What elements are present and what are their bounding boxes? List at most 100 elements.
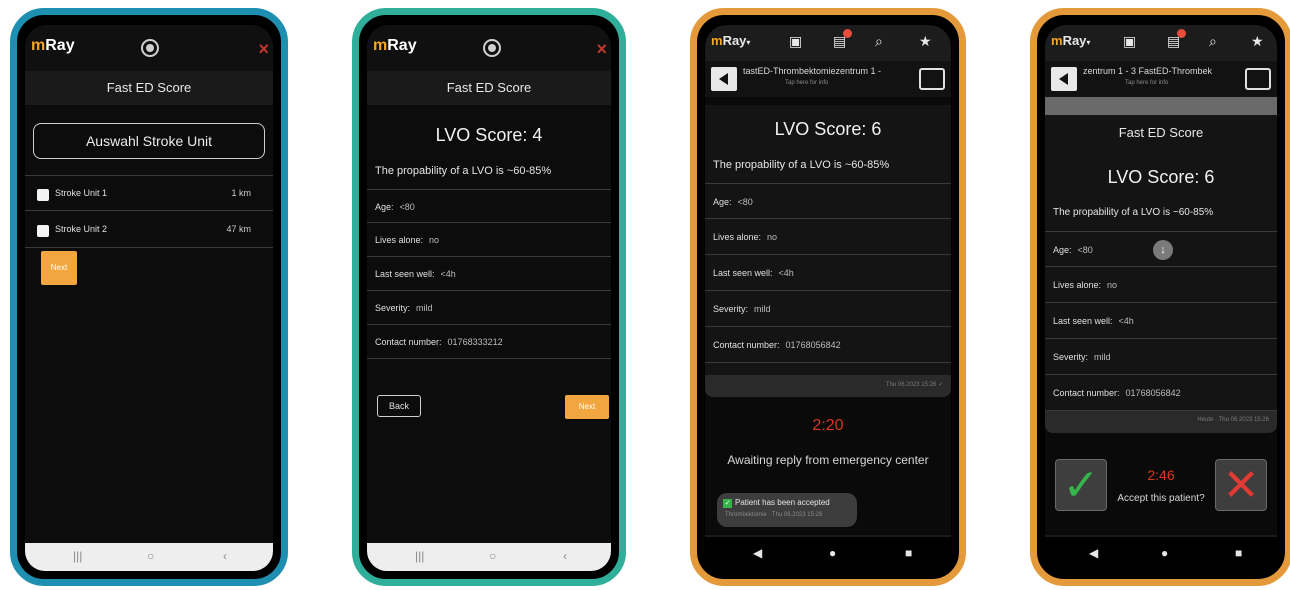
recent-apps-button[interactable]: ■ <box>1235 546 1242 560</box>
field-row: Lives alone: no <box>1045 267 1277 303</box>
cross-icon: ✕ <box>1222 461 1260 510</box>
close-icon[interactable]: × <box>596 39 607 60</box>
screen: mRay▾ ▣ ▤ ⌕ ★ zentrum 1 - 3 FastED-Throm… <box>1045 25 1277 571</box>
cast-icon[interactable] <box>919 68 945 90</box>
download-icon[interactable]: ↓ <box>1153 240 1173 260</box>
globe-icon[interactable] <box>141 39 159 57</box>
score-card: LVO Score: 6 The propability of a LVO is… <box>705 105 951 375</box>
android-nav-bar: ||| ○ ‹ <box>367 543 611 571</box>
field-row: Lives alone: no <box>367 223 611 257</box>
unit-name: Stroke Unit 2 <box>55 224 108 234</box>
page-title: Fast ED Score <box>25 71 273 105</box>
field-row: Contact number: 01768056842 <box>1045 375 1277 411</box>
unit-name: Stroke Unit 1 <box>55 188 108 198</box>
list-item[interactable]: Stroke Unit 1 1 km <box>25 175 273 211</box>
chat-top-bar: mRay▾ ▣ ▤ ⌕ ★ <box>705 25 951 61</box>
notification-badge <box>1177 29 1186 38</box>
chat-subtitle: Tap here for info <box>785 80 829 86</box>
back-button[interactable]: ‹ <box>223 549 227 563</box>
chat-subtitle: Tap here for info <box>1125 80 1169 86</box>
search-icon[interactable]: ⌕ <box>875 33 883 50</box>
mray-logo: mRay <box>31 37 75 54</box>
stroke-unit-1-checkbox[interactable] <box>37 189 49 201</box>
next-button[interactable]: Next <box>41 251 77 285</box>
countdown-timer: 2:20 <box>812 417 844 434</box>
field-row: Age: <80 <box>705 183 951 219</box>
select-stroke-unit-button[interactable]: Auswahl Stroke Unit <box>33 123 265 159</box>
back-arrow-icon[interactable] <box>1051 67 1077 91</box>
search-icon[interactable]: ⌕ <box>1209 33 1217 50</box>
star-icon[interactable]: ★ <box>919 33 932 50</box>
mray-logo: mRay▾ <box>711 33 751 48</box>
unit-distance: 1 km <box>231 188 251 198</box>
globe-icon[interactable] <box>483 39 501 57</box>
accepted-time: Thrombektomie · Thu 06.2023 15:26 <box>725 512 823 518</box>
star-icon[interactable]: ★ <box>1251 33 1264 50</box>
android-nav-bar: ||| ○ ‹ <box>25 543 273 571</box>
page-title: Fast ED Score <box>367 71 611 105</box>
next-button[interactable]: Next <box>565 395 609 419</box>
field-row: Severity: mild <box>1045 339 1277 375</box>
stroke-unit-2-checkbox[interactable] <box>37 225 49 237</box>
accepted-message-bubble: ✓ Patient has been accepted Thrombektomi… <box>717 493 857 527</box>
divider-bar <box>1045 97 1277 115</box>
chat-name[interactable]: zentrum 1 - 3 FastED-Thrombek <box>1083 66 1223 76</box>
back-arrow-icon[interactable] <box>711 67 737 91</box>
field-row: Contact number: 01768333212 <box>367 325 611 359</box>
mray-logo: mRay <box>373 37 417 54</box>
phone-chat-accept: mRay▾ ▣ ▤ ⌕ ★ zentrum 1 - 3 FastED-Throm… <box>1030 8 1290 586</box>
cast-icon[interactable] <box>1245 68 1271 90</box>
field-row: Age: <80 ↓ <box>1045 231 1277 267</box>
message-time: Heute · Thu 06.2023 15:26 <box>1197 417 1269 423</box>
chat-subheader: zentrum 1 - 3 FastED-Thrombek Tap here f… <box>1045 61 1277 97</box>
app-header: mRay × <box>367 25 611 71</box>
field-row: Last seen well: <4h <box>367 257 611 291</box>
field-row: Contact number: 01768056842 <box>705 327 951 363</box>
lvo-score: LVO Score: 6 <box>1107 167 1215 187</box>
unit-distance: 47 km <box>226 224 251 234</box>
back-button[interactable]: ◀ <box>1089 546 1098 560</box>
home-button[interactable]: ● <box>829 546 836 560</box>
back-button[interactable]: ◀ <box>753 546 762 560</box>
field-row: Age: <80 <box>367 189 611 223</box>
message-footer: Heute · Thu 06.2023 15:26 <box>1045 411 1277 433</box>
gallery-icon[interactable]: ▣ <box>789 33 802 50</box>
android-nav-bar: ◀ ● ■ <box>1045 537 1277 571</box>
chat-subheader: tastED-Thrombektomiezentrum 1 - Tap here… <box>705 61 951 97</box>
probability-text: The propability of a LVO is ~60-85% <box>375 165 552 177</box>
lvo-value: 4 <box>532 125 543 145</box>
back-button[interactable]: Back <box>377 395 421 417</box>
phone-fast-ed-result: mRay × Fast ED Score LVO Score: 4 The pr… <box>352 8 626 586</box>
lvo-score: LVO Score: 4 <box>367 125 611 146</box>
field-row: Lives alone: no <box>705 219 951 255</box>
field-row: Last seen well: <4h <box>705 255 951 291</box>
phone-chat-awaiting: mRay▾ ▣ ▤ ⌕ ★ tastED-Thrombektomiezentru… <box>690 8 966 586</box>
back-button-nav[interactable]: ‹ <box>563 549 567 563</box>
field-row: Severity: mild <box>367 291 611 325</box>
page-title: Fast ED Score <box>1045 115 1277 151</box>
recent-apps-button[interactable]: ||| <box>415 549 424 563</box>
check-icon: ✓ <box>723 499 732 508</box>
list-item[interactable]: Stroke Unit 2 47 km <box>25 212 273 248</box>
probability-text: The propability of a LVO is ~60-85% <box>713 159 890 171</box>
gallery-icon[interactable]: ▣ <box>1123 33 1136 50</box>
lvo-label: LVO Score: <box>435 125 528 145</box>
field-row: Last seen well: <4h <box>1045 303 1277 339</box>
home-button[interactable]: ○ <box>147 549 154 563</box>
probability-text: The propability of a LVO is ~60-85% <box>1053 207 1214 218</box>
recent-apps-button[interactable]: ■ <box>905 546 912 560</box>
mray-logo: mRay▾ <box>1051 33 1091 48</box>
recent-apps-button[interactable]: ||| <box>73 549 82 563</box>
home-button[interactable]: ● <box>1161 546 1168 560</box>
screen: mRay▾ ▣ ▤ ⌕ ★ tastED-Thrombektomiezentru… <box>705 25 951 571</box>
screen: mRay × Fast ED Score LVO Score: 4 The pr… <box>367 25 611 571</box>
message-footer: Thu 06.2023 15:26 ✓ <box>705 375 951 397</box>
lvo-score: LVO Score: 6 <box>774 119 882 139</box>
awaiting-reply-text: Awaiting reply from emergency center <box>727 453 929 467</box>
home-button[interactable]: ○ <box>489 549 496 563</box>
reject-button[interactable]: ✕ <box>1215 459 1267 511</box>
score-card: LVO Score: 6 The propability of a LVO is… <box>1045 151 1277 411</box>
close-icon[interactable]: × <box>258 39 269 60</box>
chat-name[interactable]: tastED-Thrombektomiezentrum 1 - <box>743 66 893 76</box>
notification-badge <box>843 29 852 38</box>
